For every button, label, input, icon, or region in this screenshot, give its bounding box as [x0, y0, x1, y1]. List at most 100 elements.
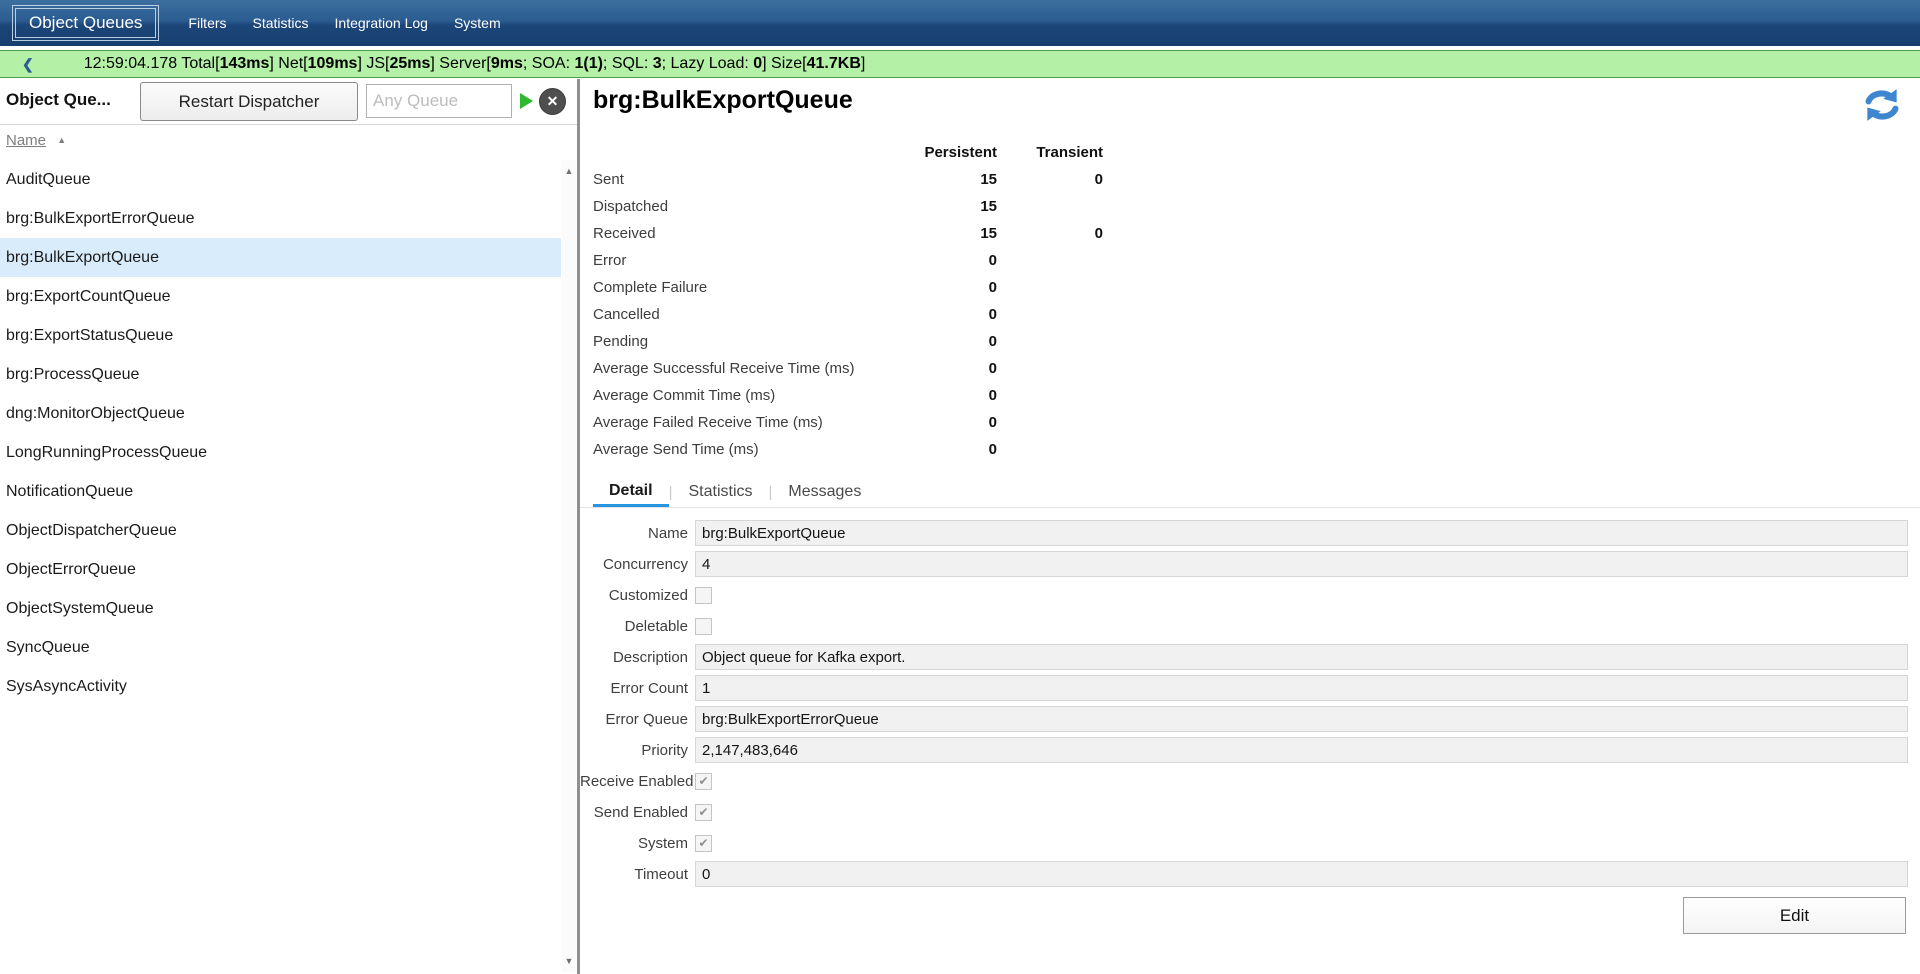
- status-value: 3: [653, 55, 662, 72]
- restart-dispatcher-button[interactable]: Restart Dispatcher: [140, 82, 358, 121]
- priority-input[interactable]: [695, 737, 1908, 763]
- stats-row-label: Sent: [593, 166, 905, 193]
- queue-item[interactable]: brg:ExportCountQueue: [0, 277, 561, 316]
- stats-table: Persistent Transient Sent150Dispatched15…: [593, 139, 1103, 463]
- deletable-checkbox[interactable]: [695, 618, 712, 635]
- queue-item[interactable]: ObjectDispatcherQueue: [0, 511, 561, 550]
- sidebar-scrollbar[interactable]: ▲ ▼: [562, 160, 576, 972]
- stats-transient-value: [997, 247, 1103, 274]
- queue-item[interactable]: brg:ProcessQueue: [0, 355, 561, 394]
- timeout-input[interactable]: [695, 861, 1908, 887]
- queue-item[interactable]: brg:BulkExportQueue: [0, 238, 561, 277]
- detail-form: Name Concurrency Customized Deletable Descri…: [580, 520, 1908, 892]
- status-segment: ] Server[: [430, 55, 490, 72]
- error-queue-input[interactable]: [695, 706, 1908, 732]
- refresh-icon[interactable]: [1860, 85, 1904, 125]
- stats-transient-value: [997, 274, 1103, 301]
- edit-button[interactable]: Edit: [1683, 897, 1906, 934]
- stats-persistent-value: 0: [905, 301, 997, 328]
- stats-row-label: Pending: [593, 328, 905, 355]
- run-filter-icon[interactable]: [520, 93, 533, 109]
- form-row-error-count: Error Count: [580, 675, 1908, 701]
- stats-persistent-value: 15: [905, 193, 997, 220]
- nav-tab-system[interactable]: System: [441, 15, 514, 31]
- form-row-description: Description: [580, 644, 1908, 670]
- tab-detail[interactable]: Detail: [593, 477, 669, 507]
- form-field: [695, 551, 1908, 577]
- nav-tab-label: Object Queues: [15, 8, 156, 38]
- form-label: Deletable: [580, 618, 695, 635]
- stats-persistent-value: 15: [905, 166, 997, 193]
- sidebar-header: Object Que... Restart Dispatcher ✕: [0, 79, 577, 125]
- form-label: Description: [580, 649, 695, 666]
- queue-item[interactable]: brg:BulkExportErrorQueue: [0, 199, 561, 238]
- concurrency-input[interactable]: [695, 551, 1908, 577]
- clear-filter-icon[interactable]: ✕: [539, 88, 566, 115]
- page-title: brg:BulkExportQueue: [593, 86, 853, 115]
- status-segment: 12:59:04.178 Total[: [84, 55, 220, 72]
- form-row-concurrency: Concurrency: [580, 551, 1908, 577]
- tab-messages[interactable]: Messages: [772, 477, 877, 507]
- queue-item[interactable]: dng:MonitorObjectQueue: [0, 394, 561, 433]
- customized-checkbox[interactable]: [695, 587, 712, 604]
- form-label: Customized: [580, 587, 695, 604]
- error-count-input[interactable]: [695, 675, 1908, 701]
- form-row-receive-enabled: Receive Enabled✔: [580, 768, 1908, 794]
- form-label: Priority: [580, 742, 695, 759]
- nav-tab-filters[interactable]: Filters: [175, 15, 239, 31]
- stats-row-label: Error: [593, 247, 905, 274]
- form-label: Error Queue: [580, 711, 695, 728]
- scroll-up-icon[interactable]: ▲: [562, 166, 576, 176]
- stats-persistent-value: 0: [905, 274, 997, 301]
- tab-statistics[interactable]: Statistics: [672, 477, 768, 507]
- queue-item[interactable]: SysAsyncActivity: [0, 667, 561, 706]
- scroll-down-icon[interactable]: ▼: [562, 956, 576, 966]
- receive-enabled-checkbox[interactable]: ✔: [695, 773, 712, 790]
- name-input[interactable]: [695, 520, 1908, 546]
- stats-persistent-value: 0: [905, 355, 997, 382]
- sort-column-label: Name: [6, 132, 46, 149]
- back-arrow-icon[interactable]: ❮: [22, 56, 34, 73]
- form-field: [695, 520, 1908, 546]
- queue-item[interactable]: SyncQueue: [0, 628, 561, 667]
- status-value: 9ms: [491, 55, 523, 72]
- status-segment: ] JS[: [357, 55, 389, 72]
- form-row-name: Name: [580, 520, 1908, 546]
- queue-item[interactable]: LongRunningProcessQueue: [0, 433, 561, 472]
- queue-item[interactable]: NotificationQueue: [0, 472, 561, 511]
- description-input[interactable]: [695, 644, 1908, 670]
- stats-transient-value: 0: [997, 166, 1103, 193]
- queue-search-input[interactable]: [366, 84, 512, 118]
- queue-item[interactable]: AuditQueue: [0, 160, 561, 199]
- queue-item[interactable]: ObjectErrorQueue: [0, 550, 561, 589]
- status-value: 109ms: [308, 55, 358, 72]
- stats-row-label: Average Successful Receive Time (ms): [593, 355, 905, 382]
- nav-tab-statistics[interactable]: Statistics: [240, 15, 322, 31]
- status-bar: ❮ 12:59:04.178 Total[143ms] Net[109ms] J…: [0, 50, 1920, 78]
- nav-tab-object-queues[interactable]: Object Queues: [12, 5, 159, 41]
- status-value: 41.7KB: [807, 55, 861, 72]
- sidebar-title: Object Que...: [6, 90, 111, 110]
- queue-item[interactable]: ObjectSystemQueue: [0, 589, 561, 628]
- detail-tabs: Detail|Statistics|Messages: [580, 477, 1920, 507]
- system-checkbox[interactable]: ✔: [695, 835, 712, 852]
- queue-list: AuditQueuebrg:BulkExportErrorQueuebrg:Bu…: [0, 160, 561, 706]
- form-row-priority: Priority: [580, 737, 1908, 763]
- send-enabled-checkbox[interactable]: ✔: [695, 804, 712, 821]
- stats-transient-value: 0: [997, 220, 1103, 247]
- status-segment: ; SQL:: [603, 55, 653, 72]
- stats-transient-value: [997, 436, 1103, 463]
- sidebar: Object Que... Restart Dispatcher ✕ Name …: [0, 79, 580, 974]
- status-segment: ]: [861, 55, 865, 72]
- form-row-deletable: Deletable: [580, 613, 1908, 639]
- stats-transient-value: [997, 355, 1103, 382]
- stats-row-label: Cancelled: [593, 301, 905, 328]
- form-field: [695, 587, 1908, 604]
- form-row-send-enabled: Send Enabled✔: [580, 799, 1908, 825]
- nav-tab-integration-log[interactable]: Integration Log: [322, 15, 441, 31]
- stats-row-label: Received: [593, 220, 905, 247]
- queue-item[interactable]: brg:ExportStatusQueue: [0, 316, 561, 355]
- form-field: [695, 706, 1908, 732]
- stats-row-label: Average Commit Time (ms): [593, 382, 905, 409]
- column-header-name[interactable]: Name ▲: [6, 132, 66, 149]
